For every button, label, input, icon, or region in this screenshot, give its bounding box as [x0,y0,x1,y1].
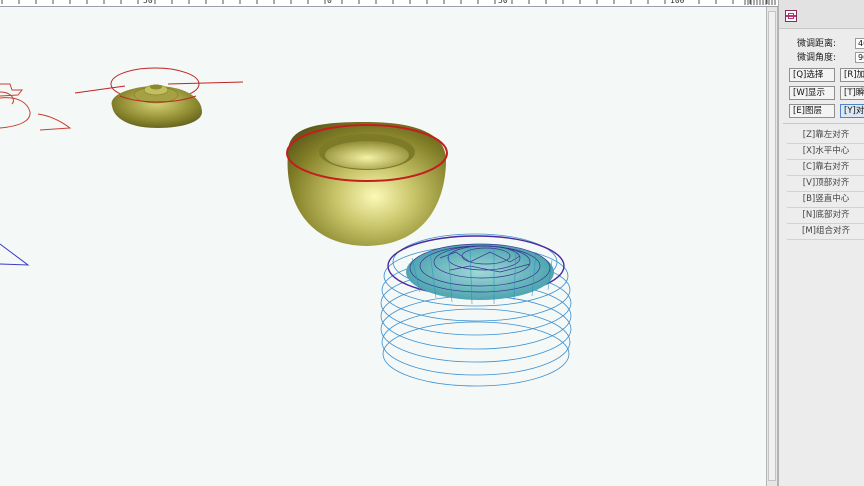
transform-tool-icon[interactable] [785,10,797,22]
scene-svg [0,67,572,387]
fine-distance-input[interactable]: 40.000 [855,38,864,49]
scrollbar-thumb[interactable] [768,11,776,481]
align-left-item[interactable]: [Z]靠左对齐 [787,128,864,144]
top-ruler: 50 0 50 100 [0,0,778,7]
t-button[interactable]: [T]瞬 [840,86,864,100]
align-hcenter-item[interactable]: [X]水平中心 [787,144,864,160]
left-blue-shape [0,243,30,266]
fine-angle-label: 微调角度: [797,53,837,63]
align-top-item[interactable]: [V]顶部对齐 [787,176,864,192]
panel-header [779,0,864,29]
select-button[interactable]: [Q]选择 [789,68,835,82]
align-vcenter-item[interactable]: [B]竖直中心 [787,192,864,208]
3d-viewport[interactable] [0,7,766,486]
fine-angle-row: 微调角度: 90.000 [797,52,864,64]
small-lid-model[interactable] [74,67,244,128]
align-bottom-item[interactable]: [N]底部对齐 [787,208,864,224]
fine-distance-label: 微调距离: [797,39,837,49]
toolpath-cylinder[interactable] [380,233,572,387]
y-button[interactable]: [Y]对 [840,104,864,118]
add-button[interactable]: [R]加 [840,68,864,82]
vertical-scrollbar[interactable] [766,7,778,486]
panel-divider [783,123,864,124]
ruler-label: 100 [669,0,686,5]
align-group-item[interactable]: [M]组合对齐 [787,224,864,240]
fine-angle-input[interactable]: 90.000 [855,52,864,63]
left-curve-fragment [0,83,72,131]
ruler-label: 0 [326,0,333,5]
layer-button[interactable]: [E]图层 [789,104,835,118]
show-button[interactable]: [W]显示 [789,86,835,100]
align-right-item[interactable]: [C]靠右对齐 [787,160,864,176]
side-panel: 微调距离: 40.000 微调角度: 90.000 [Q]选择 [R]加 [W]… [778,0,864,486]
ruler-ticks [1,0,776,5]
ruler-label: 50 [497,0,509,5]
fine-distance-row: 微调距离: 40.000 [797,38,864,50]
ruler-label: 50 [142,0,154,5]
round-pot-model[interactable] [286,122,448,246]
